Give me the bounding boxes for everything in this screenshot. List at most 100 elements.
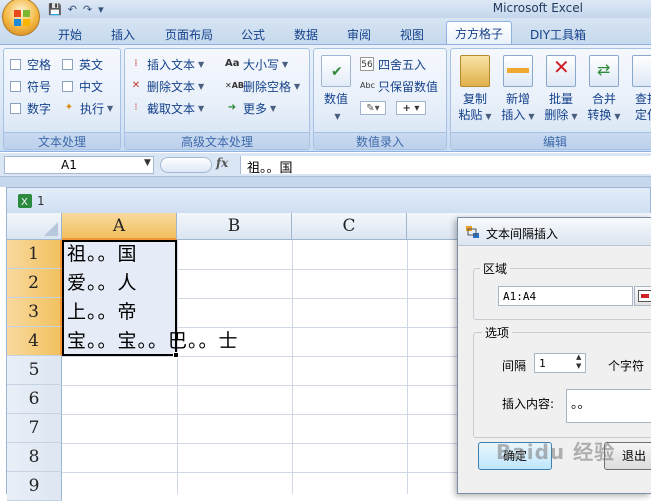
value-button[interactable]: ✔ 数值▼ <box>316 55 356 125</box>
plus-icon: + ▾ <box>396 101 426 115</box>
copy-paste-button[interactable]: 复制粘贴▼ <box>453 55 497 125</box>
tab-formulas[interactable]: 公式 <box>235 23 271 44</box>
check-space[interactable]: 空格 <box>10 55 51 73</box>
quick-access-toolbar: 💾 ↶ ↷ ▾ <box>48 1 104 17</box>
tab-view[interactable]: 视图 <box>393 23 431 44</box>
workbook-area-top <box>0 177 651 187</box>
round-icon: 56 <box>360 57 374 71</box>
range-picker-button[interactable] <box>634 286 651 306</box>
row-header-6[interactable]: 6 <box>7 385 62 414</box>
keep-values-icon: Abc <box>360 79 374 93</box>
insert-new-button[interactable]: 新增插入▼ <box>496 55 540 125</box>
chevron-down-icon: ▼ <box>282 60 288 69</box>
grid-line <box>407 240 408 494</box>
grid-line <box>177 240 178 494</box>
tab-home[interactable]: 开始 <box>52 23 88 44</box>
row-header-4[interactable]: 4 <box>7 327 62 356</box>
tab-fangfang[interactable]: 方方格子 <box>446 21 512 44</box>
merge-convert-button[interactable]: ⇄ 合并转换▼ <box>582 55 626 125</box>
checkbox-icon <box>62 81 73 92</box>
tab-page-layout[interactable]: 页面布局 <box>158 23 220 44</box>
insert-function-icon[interactable]: fx <box>216 156 240 174</box>
chevron-down-icon: ▼ <box>571 112 577 121</box>
column-header-a[interactable]: A <box>62 213 177 240</box>
redo-icon[interactable]: ↷ <box>83 3 92 16</box>
chevron-down-icon: ▼ <box>270 104 276 113</box>
check-chinese[interactable]: 中文 <box>62 77 103 95</box>
cell-a1[interactable]: 祖。。国 <box>67 240 138 269</box>
edit-dropdown-button[interactable]: ✎▾ <box>360 99 390 117</box>
options-legend: 选项 <box>482 324 512 341</box>
tab-insert[interactable]: 插入 <box>103 23 143 44</box>
insert-content-input[interactable]: 。。 <box>566 389 651 423</box>
arrow-right-icon: ➜ <box>225 101 239 115</box>
cell-a4[interactable]: 宝。。宝。。巴。。士 <box>67 327 239 356</box>
row-header-7[interactable]: 7 <box>7 414 62 443</box>
delete-text-icon: ✕ <box>129 79 143 93</box>
check-number[interactable]: 数字 <box>10 99 51 117</box>
group-edit: 复制粘贴▼ 新增插入▼ ✕ 批量删除▼ ⇄ 合并转换▼ 查找定位 编辑 <box>450 48 651 150</box>
undo-icon[interactable]: ↶ <box>68 3 77 16</box>
execute-icon: ✦ <box>62 101 76 115</box>
chevron-down-icon: ▼ <box>614 112 620 121</box>
select-all-corner[interactable] <box>7 213 62 240</box>
grid-line <box>292 240 293 494</box>
round-button[interactable]: 56四舍五入 <box>360 55 426 73</box>
tab-data[interactable]: 数据 <box>287 23 325 44</box>
row-header-5[interactable]: 5 <box>7 356 62 385</box>
delete-spaces-icon: ✕AB <box>225 79 239 93</box>
window-title: Microsoft Excel <box>493 1 583 15</box>
cell-a2[interactable]: 爱。。人 <box>67 269 138 298</box>
formula-input[interactable]: 祖。。国 <box>240 156 651 174</box>
range-input[interactable]: A1:A4 <box>498 286 633 306</box>
chevron-down-icon: ▼ <box>107 104 113 113</box>
save-icon[interactable]: 💾 <box>48 3 62 16</box>
column-header-b[interactable]: B <box>177 213 292 240</box>
delete-spaces-button[interactable]: ✕AB删除空格▼ <box>225 77 300 95</box>
workbook-window-title: X 1 <box>6 187 651 213</box>
find-locate-button[interactable]: 查找定位 <box>625 55 651 123</box>
group-label: 文本处理 <box>4 132 120 149</box>
row-header-9[interactable]: 9 <box>7 472 62 501</box>
extract-text-button[interactable]: ⁝截取文本▼ <box>129 99 204 117</box>
excel-file-icon: X <box>17 193 33 209</box>
check-english[interactable]: 英文 <box>62 55 103 73</box>
baidu-watermark: Baidu 经验 <box>496 436 615 465</box>
office-logo-icon <box>12 8 32 28</box>
delete-text-button[interactable]: ✕删除文本▼ <box>129 77 204 95</box>
case-button[interactable]: Aa大小写▼ <box>225 55 288 73</box>
row-header-1[interactable]: 1 <box>7 240 62 269</box>
chevron-down-icon: ▼ <box>485 112 491 121</box>
checkbox-icon <box>10 59 21 70</box>
spinner-arrows-icon[interactable]: ▲▼ <box>576 353 581 371</box>
customize-qat-icon[interactable]: ▾ <box>98 3 104 16</box>
row-header-2[interactable]: 2 <box>7 269 62 298</box>
case-icon: Aa <box>225 57 239 71</box>
formula-bar-resize-handle[interactable] <box>160 157 212 173</box>
checkbox-icon <box>62 59 73 70</box>
column-header-c[interactable]: C <box>292 213 407 240</box>
interval-label: 间隔 <box>502 357 526 374</box>
batch-delete-button[interactable]: ✕ 批量删除▼ <box>539 55 583 125</box>
more-button[interactable]: ➜更多▼ <box>225 99 276 117</box>
row-header-8[interactable]: 8 <box>7 443 62 472</box>
find-icon <box>632 55 651 87</box>
execute-button[interactable]: ✦执行▼ <box>62 99 113 117</box>
insert-text-icon: ⁞ <box>129 57 143 71</box>
add-dropdown-button[interactable]: + ▾ <box>396 99 430 117</box>
pencil-icon: ✎▾ <box>360 101 386 115</box>
insert-text-button[interactable]: ⁞插入文本▼ <box>129 55 204 73</box>
group-value-entry: ✔ 数值▼ 56四舍五入 Abc只保留数值 ✎▾ + ▾ 数值录入 <box>313 48 447 150</box>
chevron-down-icon: ▼ <box>198 104 204 113</box>
check-symbol[interactable]: 符号 <box>10 77 51 95</box>
keep-values-button[interactable]: Abc只保留数值 <box>360 77 438 95</box>
insert-row-icon <box>503 55 533 87</box>
tab-diy-toolbox[interactable]: DIY工具箱 <box>522 23 594 44</box>
cell-a3[interactable]: 上。。帝 <box>67 298 138 327</box>
tab-review[interactable]: 审阅 <box>340 23 378 44</box>
row-header-3[interactable]: 3 <box>7 298 62 327</box>
name-box[interactable]: A1 <box>4 156 154 174</box>
title-bar: 💾 ↶ ↷ ▾ Microsoft Excel <box>0 0 651 18</box>
name-box-dropdown-icon[interactable]: ▼ <box>144 158 151 168</box>
dialog-title-bar[interactable]: 文本间隔插入 <box>458 218 651 246</box>
